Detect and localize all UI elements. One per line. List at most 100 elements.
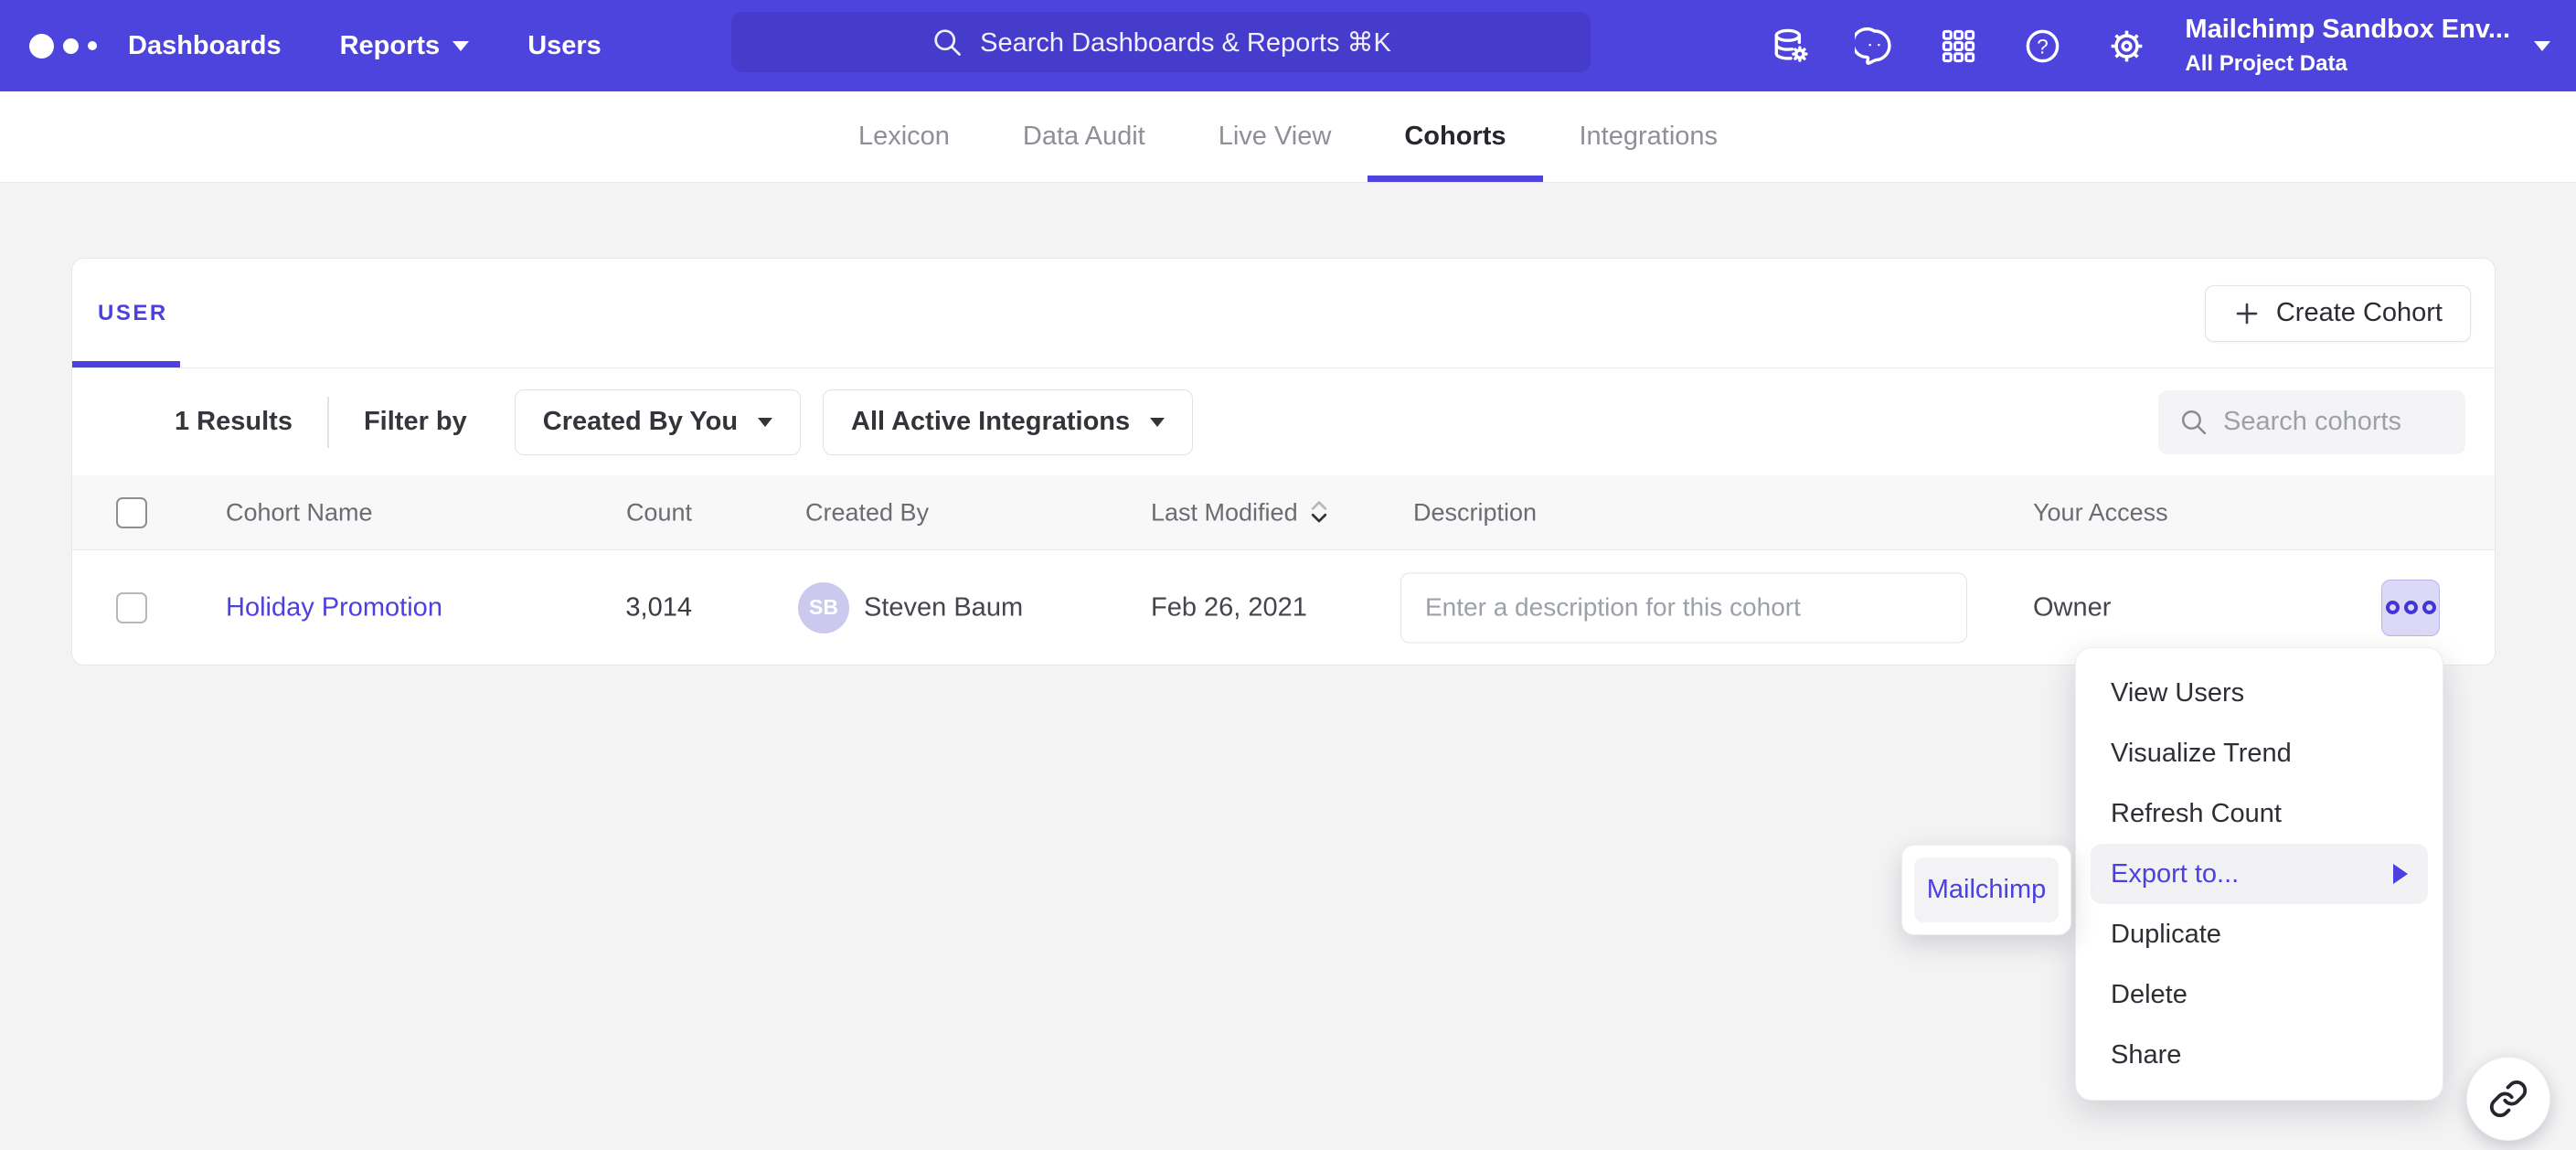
column-header-last-modified[interactable]: Last Modified xyxy=(1151,498,1329,527)
ellipsis-icon xyxy=(2386,601,2400,614)
tab-label: Live View xyxy=(1219,122,1332,152)
data-icon[interactable] xyxy=(1748,0,1832,91)
nav-items: Dashboards Reports Users xyxy=(128,0,601,91)
tab-user[interactable]: USER xyxy=(98,301,168,326)
tab-cohorts[interactable]: Cohorts xyxy=(1368,91,1542,182)
menu-item-export-to[interactable]: Export to... xyxy=(2091,844,2428,904)
search-icon xyxy=(2178,407,2209,437)
menu-item-label: View Users xyxy=(2111,678,2244,708)
export-submenu: Mailchimp xyxy=(1901,845,2071,935)
select-all-checkbox[interactable] xyxy=(116,497,147,528)
access-level: Owner xyxy=(2033,592,2111,623)
logo-dot xyxy=(29,34,54,59)
plus-icon xyxy=(2233,300,2261,327)
avatar: SB xyxy=(798,582,849,634)
logo-dot xyxy=(88,41,97,50)
project-scope: All Project Data xyxy=(2185,51,2510,77)
search-icon xyxy=(931,26,963,59)
menu-item-delete[interactable]: Delete xyxy=(2091,964,2428,1025)
tab-integrations[interactable]: Integrations xyxy=(1543,91,1755,182)
nav-item-label: Reports xyxy=(340,31,441,61)
feedback-icon[interactable] xyxy=(1832,0,1916,91)
created-by-name: Steven Baum xyxy=(864,592,1023,623)
search-cohorts-box xyxy=(2158,390,2465,454)
logo-dot xyxy=(63,38,79,54)
submenu-arrow-icon xyxy=(2393,864,2408,884)
column-header-created-by[interactable]: Created By xyxy=(805,498,929,527)
menu-item-duplicate[interactable]: Duplicate xyxy=(2091,904,2428,964)
svg-text:?: ? xyxy=(2037,35,2048,58)
chevron-down-icon xyxy=(758,418,772,427)
create-cohort-button[interactable]: Create Cohort xyxy=(2205,285,2471,342)
menu-item-label: Export to... xyxy=(2111,859,2239,889)
project-name: Mailchimp Sandbox Env... xyxy=(2185,15,2510,45)
submenu-item-label: Mailchimp xyxy=(1927,875,2047,905)
nav-right: ? Mailchimp Sandbox Env... All Project D… xyxy=(1748,0,2550,91)
column-header-your-access: Your Access xyxy=(2033,498,2168,527)
filter-row: 1 Results Filter by Created By You All A… xyxy=(72,368,2495,475)
chevron-down-icon xyxy=(1150,418,1165,427)
active-tab-underline xyxy=(72,361,180,367)
link-icon xyxy=(2488,1079,2528,1119)
tab-live-view[interactable]: Live View xyxy=(1182,91,1368,182)
row-more-actions-button[interactable] xyxy=(2381,580,2440,636)
row-context-menu: View Users Visualize Trend Refresh Count… xyxy=(2075,647,2443,1101)
tab-label: Integrations xyxy=(1580,122,1719,152)
nav-item-users[interactable]: Users xyxy=(527,31,601,61)
menu-item-visualize-trend[interactable]: Visualize Trend xyxy=(2091,723,2428,783)
dropdown-value: All Active Integrations xyxy=(851,407,1130,437)
description-input[interactable] xyxy=(1400,572,1967,643)
tab-label: Lexicon xyxy=(858,122,950,152)
settings-icon[interactable] xyxy=(2084,0,2168,91)
column-header-description: Description xyxy=(1413,498,1537,527)
tab-label: Cohorts xyxy=(1404,122,1506,152)
integrations-dropdown[interactable]: All Active Integrations xyxy=(823,389,1193,455)
row-checkbox[interactable] xyxy=(116,592,147,623)
column-header-cohort-name[interactable]: Cohort Name xyxy=(226,498,373,527)
submenu-item-mailchimp[interactable]: Mailchimp xyxy=(1914,857,2059,922)
menu-item-label: Visualize Trend xyxy=(2111,739,2292,769)
project-caret-icon[interactable] xyxy=(2534,41,2550,51)
cohort-count: 3,014 xyxy=(436,592,692,623)
ellipsis-icon xyxy=(2422,601,2436,614)
chevron-down-icon xyxy=(452,41,469,51)
last-modified-date: Feb 26, 2021 xyxy=(1151,592,1307,623)
column-header-label: Last Modified xyxy=(1151,498,1298,527)
section-tabbar: Lexicon Data Audit Live View Cohorts Int… xyxy=(0,91,2576,183)
created-by-dropdown[interactable]: Created By You xyxy=(515,389,801,455)
menu-item-refresh-count[interactable]: Refresh Count xyxy=(2091,783,2428,844)
project-selector[interactable]: Mailchimp Sandbox Env... All Project Dat… xyxy=(2185,15,2510,77)
menu-item-share[interactable]: Share xyxy=(2091,1025,2428,1085)
dropdown-value: Created By You xyxy=(543,407,738,437)
create-cohort-label: Create Cohort xyxy=(2276,298,2443,328)
mixpanel-logo[interactable] xyxy=(29,0,97,91)
results-count: 1 Results xyxy=(175,407,293,437)
menu-item-label: Duplicate xyxy=(2111,920,2221,950)
tab-data-audit[interactable]: Data Audit xyxy=(986,91,1182,182)
nav-item-dashboards[interactable]: Dashboards xyxy=(128,31,282,61)
cohorts-panel: USER Create Cohort 1 Results Filter by C… xyxy=(71,258,2496,666)
menu-item-label: Share xyxy=(2111,1040,2181,1070)
sort-icon xyxy=(1309,499,1329,527)
menu-item-label: Delete xyxy=(2111,980,2187,1010)
nav-item-reports[interactable]: Reports xyxy=(340,31,470,61)
panel-header: USER Create Cohort xyxy=(72,259,2495,368)
filter-by-label: Filter by xyxy=(364,407,467,437)
top-nav: Dashboards Reports Users Search Dashboar… xyxy=(0,0,2576,91)
menu-item-label: Refresh Count xyxy=(2111,799,2282,829)
apps-grid-icon[interactable] xyxy=(1916,0,2000,91)
column-header-count[interactable]: Count xyxy=(436,498,692,527)
nav-item-label: Dashboards xyxy=(128,31,282,61)
menu-item-view-users[interactable]: View Users xyxy=(2091,663,2428,723)
global-search-placeholder: Search Dashboards & Reports ⌘K xyxy=(980,27,1391,59)
tab-lexicon[interactable]: Lexicon xyxy=(822,91,986,182)
search-cohorts-input[interactable] xyxy=(2223,407,2445,437)
cohort-name-link[interactable]: Holiday Promotion xyxy=(226,592,442,623)
table-header: Cohort Name Count Created By Last Modifi… xyxy=(72,475,2495,550)
divider xyxy=(327,397,329,448)
copy-link-button[interactable] xyxy=(2466,1057,2550,1141)
global-search-button[interactable]: Search Dashboards & Reports ⌘K xyxy=(731,12,1591,72)
ellipsis-icon xyxy=(2404,601,2418,614)
tab-label: Data Audit xyxy=(1023,122,1145,152)
help-icon[interactable]: ? xyxy=(2000,0,2084,91)
